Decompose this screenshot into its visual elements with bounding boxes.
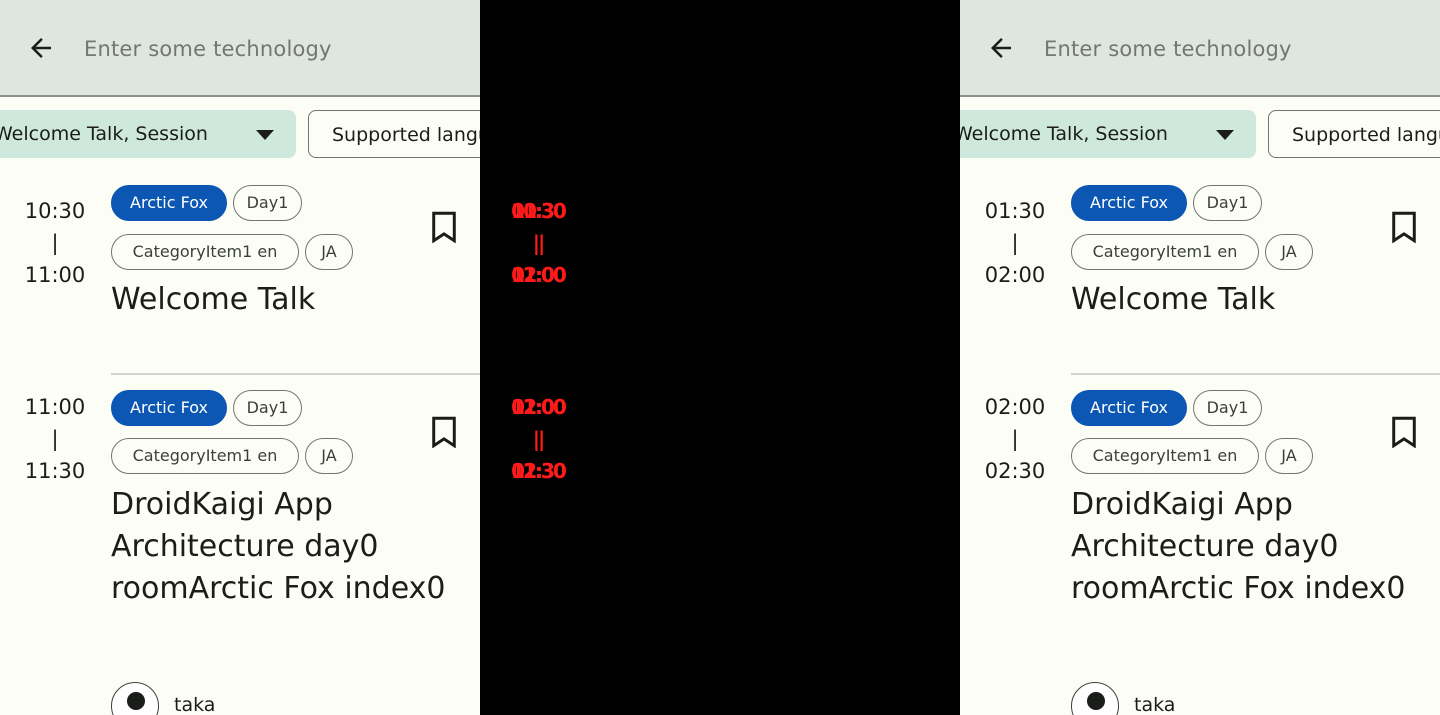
language-filter-label: Supported languages — [1292, 124, 1440, 146]
room-tag: Arctic Fox — [111, 185, 227, 221]
room-tag: Arctic Fox — [1071, 390, 1187, 426]
category-tag: CategoryItem1 en — [111, 234, 299, 270]
diff-time-block: 11:00 02:00 || 11:30 02:30 — [504, 391, 572, 487]
caret-down-icon — [1216, 130, 1234, 140]
day-tag: Day1 — [1193, 390, 1262, 426]
diff-end-time: 11:00 02:00 — [511, 263, 567, 287]
speaker-avatar — [1071, 682, 1119, 715]
category-tag: CategoryItem1 en — [1071, 438, 1259, 474]
diff-end-time: 11:30 02:30 — [511, 459, 567, 483]
language-tag: JA — [305, 234, 353, 270]
session-title[interactable]: DroidKaigi App Architecture day0 roomArc… — [111, 484, 451, 610]
end-time: 02:00 — [984, 263, 1046, 287]
search-input[interactable] — [1044, 32, 1424, 66]
arrow-back-icon[interactable] — [986, 33, 1016, 63]
session-time: 02:00 | 02:30 — [960, 391, 1070, 487]
bookmark-icon[interactable] — [430, 416, 458, 448]
session-divider — [1071, 373, 1440, 375]
session-time: 11:00 | 11:30 — [0, 391, 110, 487]
speaker-name: taka — [1134, 694, 1176, 715]
start-time: 11:00 — [24, 395, 86, 419]
room-tag: Arctic Fox — [1071, 185, 1187, 221]
diff-time-block: 10:30 01:30 || 11:00 02:00 — [504, 195, 572, 291]
time-separator: | — [1011, 427, 1019, 451]
bookmark-icon[interactable] — [1390, 211, 1418, 243]
session-title[interactable]: Welcome Talk — [111, 279, 451, 321]
session-time: 01:30 | 02:00 — [960, 195, 1070, 291]
category-filter-chip[interactable]: Welcome Talk, Session — [0, 110, 296, 158]
session-divider — [111, 373, 480, 375]
language-filter-chip[interactable]: Supported languages — [308, 110, 480, 158]
person-icon — [127, 692, 145, 710]
day-tag: Day1 — [233, 185, 302, 221]
screenshot-after: Welcome Talk, Session Supported language… — [960, 0, 1440, 715]
category-tag: CategoryItem1 en — [111, 438, 299, 474]
filter-chip-row: Welcome Talk, Session Supported language… — [0, 110, 480, 158]
start-time: 10:30 — [24, 199, 86, 223]
language-tag: JA — [1265, 438, 1313, 474]
search-top-bar — [960, 0, 1440, 97]
time-separator: | — [1011, 231, 1019, 255]
category-filter-label: Welcome Talk, Session — [960, 123, 1168, 145]
filter-chip-row: Welcome Talk, Session Supported language… — [960, 110, 1440, 158]
category-tag: CategoryItem1 en — [1071, 234, 1259, 270]
speaker-name: taka — [174, 694, 216, 715]
language-filter-chip[interactable]: Supported languages — [1268, 110, 1440, 158]
session-title[interactable]: DroidKaigi App Architecture day0 roomArc… — [1071, 484, 1411, 610]
category-filter-label: Welcome Talk, Session — [0, 123, 208, 145]
diff-time-separator: || — [532, 427, 546, 451]
end-time: 11:30 — [24, 459, 86, 483]
time-separator: | — [51, 231, 59, 255]
language-tag: JA — [305, 438, 353, 474]
start-time: 02:00 — [984, 395, 1046, 419]
speaker-avatar — [111, 682, 159, 715]
diff-start-time: 10:30 01:30 — [511, 199, 567, 223]
screenshot-before: Welcome Talk, Session Supported language… — [0, 0, 480, 715]
bookmark-icon[interactable] — [430, 211, 458, 243]
room-tag: Arctic Fox — [111, 390, 227, 426]
session-title[interactable]: Welcome Talk — [1071, 279, 1411, 321]
time-separator: | — [51, 427, 59, 451]
screenshot-diff — [480, 0, 960, 715]
day-tag: Day1 — [233, 390, 302, 426]
diff-start-time: 11:00 02:00 — [511, 395, 567, 419]
search-top-bar — [0, 0, 480, 97]
arrow-back-icon[interactable] — [26, 33, 56, 63]
language-tag: JA — [1265, 234, 1313, 270]
start-time: 01:30 — [984, 199, 1046, 223]
person-icon — [1087, 692, 1105, 710]
caret-down-icon — [256, 130, 274, 140]
end-time: 02:30 — [984, 459, 1046, 483]
session-time: 10:30 | 11:00 — [0, 195, 110, 291]
category-filter-chip[interactable]: Welcome Talk, Session — [960, 110, 1256, 158]
language-filter-label: Supported languages — [332, 124, 480, 146]
day-tag: Day1 — [1193, 185, 1262, 221]
end-time: 11:00 — [24, 263, 86, 287]
bookmark-icon[interactable] — [1390, 416, 1418, 448]
search-input[interactable] — [84, 32, 464, 66]
diff-time-separator: || — [532, 231, 546, 255]
